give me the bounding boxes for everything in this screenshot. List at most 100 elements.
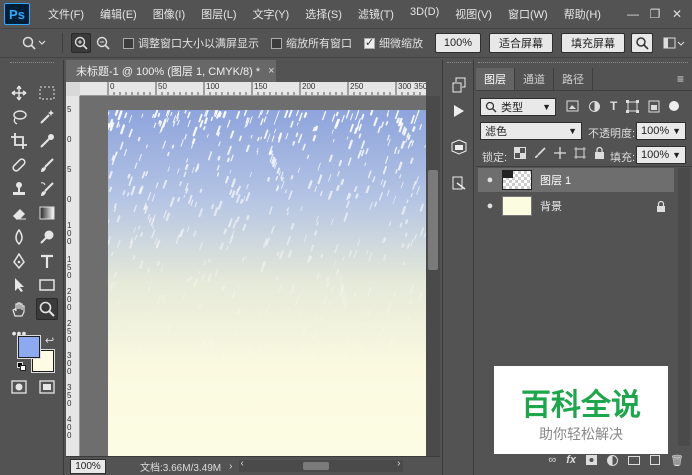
crop-tool[interactable]	[8, 130, 30, 152]
restore-button[interactable]: ❐	[644, 4, 666, 24]
layer-row-layer1[interactable]: ● 图层 1	[478, 168, 674, 192]
new-layer-icon[interactable]	[650, 455, 661, 465]
menu-window[interactable]: 窗口(W)	[500, 6, 556, 22]
type-filter-icon[interactable]: T	[610, 99, 617, 113]
scroll-right-icon[interactable]: ›	[397, 458, 400, 469]
horizontal-scroll-thumb[interactable]	[302, 462, 329, 470]
3d-panel-button[interactable]	[447, 136, 471, 158]
vertical-scroll-thumb[interactable]	[428, 170, 438, 270]
lock-image-pixels-icon[interactable]	[534, 147, 546, 159]
adjustment-filter-icon[interactable]	[588, 100, 601, 113]
document-canvas[interactable]	[108, 110, 426, 456]
close-window-button[interactable]: ✕	[666, 4, 688, 24]
default-colors-icon[interactable]	[17, 362, 26, 371]
menu-help[interactable]: 帮助(H)	[556, 6, 609, 22]
pen-tool[interactable]	[8, 250, 30, 272]
horizontal-scrollbar[interactable]: ‹ ›	[238, 458, 403, 472]
scrubby-zoom-option[interactable]: 细微缩放	[364, 35, 423, 51]
zoom-out-button[interactable]	[93, 33, 113, 53]
delete-layer-icon[interactable]: 🗑	[670, 454, 684, 467]
lock-artboard-icon[interactable]	[574, 147, 586, 159]
workspace-switcher[interactable]	[661, 33, 687, 53]
document-size[interactable]: 文档:3.66M/3.49M	[140, 459, 221, 474]
minimize-button[interactable]: —	[622, 4, 644, 24]
foreground-color-swatch[interactable]	[17, 335, 41, 359]
vertical-ruler[interactable]: 5 0 5 0 1 0 0 1 5 0 2 0 0 2 5 0 3 0 0 3 …	[66, 96, 80, 456]
menu-filter[interactable]: 滤镜(T)	[350, 6, 402, 22]
history-brush-tool[interactable]	[36, 178, 58, 200]
history-panel-button[interactable]	[447, 74, 471, 96]
scrubby-zoom-checkbox[interactable]	[364, 36, 375, 49]
properties-panel-button[interactable]	[447, 172, 471, 194]
new-group-icon[interactable]	[628, 455, 641, 465]
fit-screen-button[interactable]: 适合屏幕	[489, 33, 553, 53]
visibility-eye-icon[interactable]: ●	[478, 174, 502, 186]
status-menu-arrow-icon[interactable]: ›	[229, 461, 232, 472]
menu-type[interactable]: 文字(Y)	[245, 6, 298, 22]
panel-menu-icon[interactable]: ≡	[677, 68, 684, 90]
zoom-value-field[interactable]: 100%	[435, 33, 481, 53]
clone-stamp-tool[interactable]	[8, 178, 30, 200]
lock-position-icon[interactable]	[554, 147, 566, 159]
quick-mask-button[interactable]	[8, 376, 30, 398]
zoom-in-button[interactable]	[71, 33, 91, 53]
filter-toggle-icon[interactable]	[669, 101, 680, 111]
gradient-tool[interactable]	[36, 202, 58, 224]
menu-3d[interactable]: 3D(D)	[402, 6, 447, 22]
resize-window-option[interactable]: 调整窗口大小以满屏显示	[123, 35, 259, 51]
hand-tool[interactable]	[8, 298, 30, 320]
menu-file[interactable]: 文件(F)	[40, 6, 92, 22]
menu-edit[interactable]: 编辑(E)	[92, 6, 145, 22]
ruler-origin[interactable]	[66, 82, 80, 96]
tab-channels[interactable]: 通道	[515, 68, 554, 90]
tab-paths[interactable]: 路径	[554, 68, 593, 90]
resize-window-checkbox[interactable]	[123, 37, 134, 49]
actions-panel-button[interactable]	[447, 100, 471, 122]
swap-colors-icon[interactable]: ↩	[45, 334, 54, 347]
menu-select[interactable]: 选择(S)	[297, 6, 350, 22]
document-tab[interactable]: 未标题-1 @ 100% (图层 1, CMYK/8) * ×	[66, 60, 276, 82]
lock-transparent-pixels-icon[interactable]	[514, 147, 526, 159]
menu-image[interactable]: 图像(I)	[145, 6, 193, 22]
close-document-button[interactable]: ×	[268, 65, 274, 77]
vertical-scrollbar[interactable]	[426, 96, 440, 456]
screen-mode-button[interactable]	[36, 376, 58, 398]
opacity-field[interactable]: 100% ▼	[636, 122, 686, 140]
search-button[interactable]	[631, 33, 653, 53]
eyedropper-tool[interactable]	[36, 130, 58, 152]
add-mask-icon[interactable]	[586, 455, 598, 465]
adjustment-layer-icon[interactable]	[607, 454, 619, 466]
smart-object-filter-icon[interactable]	[648, 100, 660, 113]
zoom-all-checkbox[interactable]	[271, 37, 282, 49]
blur-tool[interactable]	[8, 226, 30, 248]
layer-row-background[interactable]: ● 背景	[478, 194, 674, 218]
visibility-eye-icon[interactable]: ●	[478, 200, 502, 212]
lock-all-icon[interactable]	[594, 147, 605, 159]
menu-view[interactable]: 视图(V)	[447, 6, 500, 22]
horizontal-ruler[interactable]: 0 50 100 150 200 250 300 350	[80, 82, 426, 96]
move-tool[interactable]	[8, 82, 30, 104]
fill-field[interactable]: 100% ▼	[636, 146, 686, 164]
type-tool[interactable]	[36, 250, 58, 272]
scroll-left-icon[interactable]: ‹	[241, 458, 244, 469]
lasso-tool[interactable]	[8, 106, 30, 128]
marquee-tool[interactable]	[36, 82, 58, 104]
quick-selection-tool[interactable]	[36, 106, 58, 128]
brush-tool[interactable]	[36, 154, 58, 176]
blend-mode-select[interactable]: 滤色 ▼	[480, 122, 582, 140]
layers-scrollbar[interactable]	[678, 168, 690, 446]
zoom-tool[interactable]	[36, 298, 58, 320]
zoom-level-field[interactable]: 100%	[70, 458, 106, 474]
rectangle-tool[interactable]	[36, 274, 58, 296]
layer-filter-select[interactable]: 类型 ▼	[480, 98, 556, 116]
shape-filter-icon[interactable]	[626, 99, 640, 113]
dodge-tool[interactable]	[36, 226, 58, 248]
healing-brush-tool[interactable]	[8, 154, 30, 176]
fill-screen-button[interactable]: 填充屏幕	[561, 33, 625, 53]
layer-style-icon[interactable]: fx	[566, 454, 576, 466]
pixel-filter-icon[interactable]	[566, 100, 579, 112]
link-layers-icon[interactable]: ∞	[548, 454, 556, 466]
zoom-tool-preset[interactable]	[14, 33, 54, 53]
path-selection-tool[interactable]	[8, 274, 30, 296]
menu-layer[interactable]: 图层(L)	[193, 6, 244, 22]
